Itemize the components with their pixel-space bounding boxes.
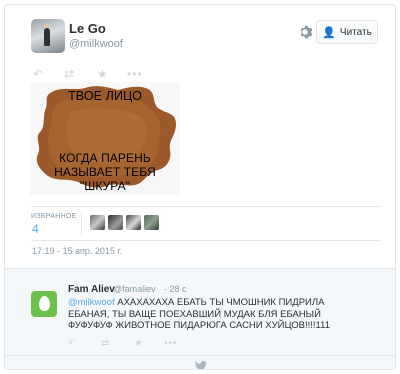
photo-caption-line-2: КОГДА ПАРЕНЬ [59,151,151,165]
tweet-card: Le Go @milkwoof 👤 Читать ↶ ⇄ ★ ••• ТВОЕ … [4,4,396,370]
replies-section: Fam Aliev @famaliev · 28 с @milkwoof АХА… [5,268,395,369]
reply-time[interactable]: · 28 с [164,284,187,294]
more-icon[interactable]: ••• [164,337,178,351]
favoriter-avatar[interactable] [126,215,141,230]
tweet-header: Le Go @milkwoof 👤 Читать [31,19,381,55]
follow-label: Читать [339,26,372,38]
photo-caption-line-4: "ШКУРА" [79,179,131,193]
avatar[interactable] [31,19,65,53]
tweet-timestamp[interactable]: 17:19 - 15 апр. 2015 г. [32,246,122,256]
egg-icon [39,296,50,311]
avatar[interactable] [31,291,57,317]
avatar-figure [44,28,50,46]
reply-icon[interactable]: ↶ [68,337,76,351]
tweet-photo[interactable]: ТВОЕ ЛИЦО КОГДА ПАРЕНЬ НАЗЫВАЕТ ТЕБЯ "ШК… [30,82,180,195]
reply-text: @milkwoof АХАХАХАХА ЕБАТЬ ТЫ ЧМОШНИК ПИД… [68,297,368,332]
divider [5,355,395,356]
star-icon[interactable]: ★ [134,337,143,351]
reply-mention[interactable]: @milkwoof [68,297,115,308]
photo-caption-line-1: ТВОЕ ЛИЦО [68,89,142,103]
favorites-label: ИЗБРАННОЕ [31,213,77,220]
more-icon[interactable]: ••• [127,67,143,81]
retweet-icon[interactable]: ⇄ [64,67,74,81]
reply-actions: ↶ ⇄ ★ ••• [68,337,188,349]
add-user-icon: 👤 [322,26,336,39]
reply-icon[interactable]: ↶ [33,67,43,81]
favoriter-avatar[interactable] [144,215,159,230]
tweet-actions: ↶ ⇄ ★ ••• [33,67,153,81]
divider [31,240,381,241]
author-handle[interactable]: @milkwoof [69,38,123,50]
bird-icon [195,361,207,369]
photo-caption-line-3: НАЗЫВАЕТ ТЕБЯ [54,165,156,179]
divider [81,212,82,236]
star-icon[interactable]: ★ [97,67,108,81]
author-name[interactable]: Le Go [69,21,106,36]
follow-button[interactable]: 👤 Читать [316,20,378,44]
favorites-count[interactable]: 4 [32,222,39,236]
retweet-icon[interactable]: ⇄ [101,337,109,351]
favoriter-avatar[interactable] [90,215,105,230]
favoriter-avatar[interactable] [108,215,123,230]
divider [31,206,381,207]
reply-author-name[interactable]: Fam Aliev [68,284,115,295]
reply-author-handle[interactable]: @famaliev [113,284,156,294]
gear-icon[interactable] [297,24,313,40]
